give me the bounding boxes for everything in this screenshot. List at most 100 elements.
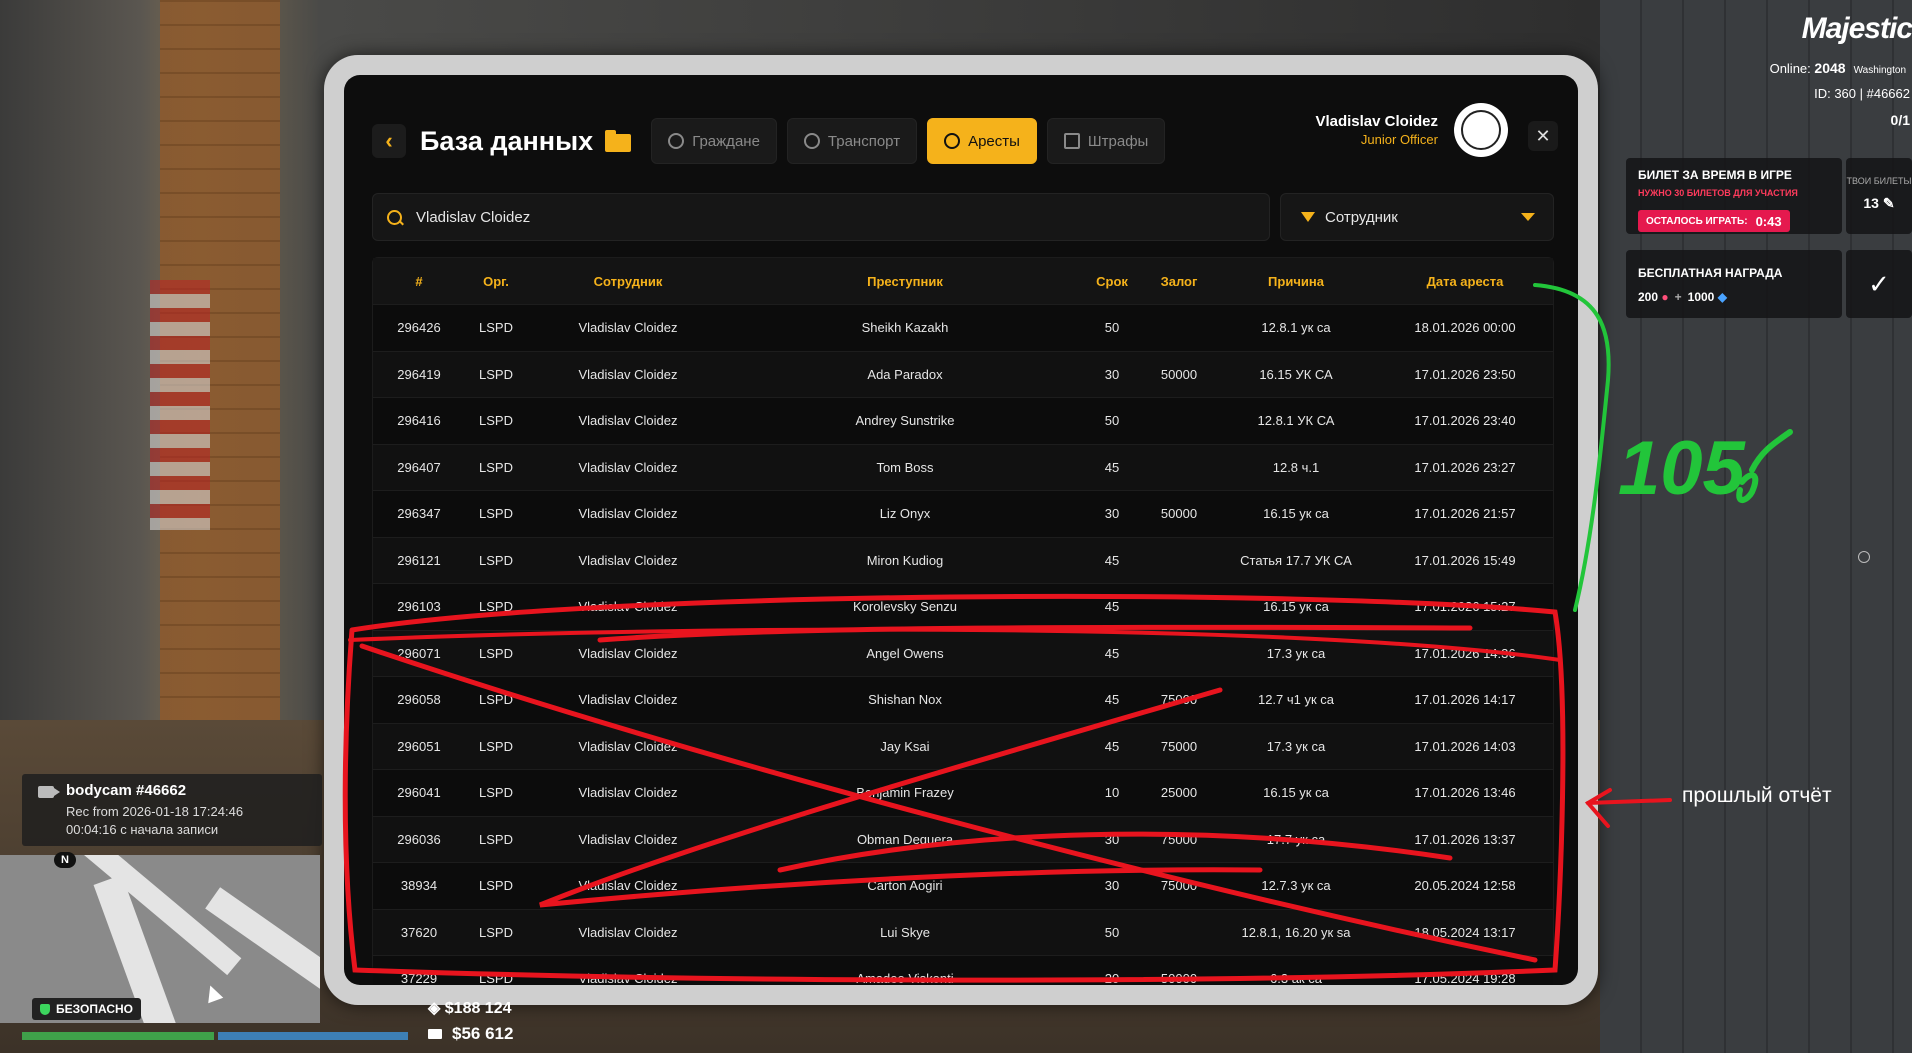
close-icon: ✕ — [1535, 125, 1551, 146]
table-cell: 45 — [1081, 443, 1143, 491]
armor-bar — [218, 1032, 408, 1040]
table-cell: Vladislav Cloidez — [527, 862, 729, 909]
table-cell: 10 — [1081, 769, 1143, 816]
table-cell: Vladislav Cloidez — [527, 536, 729, 584]
tab-arrests[interactable]: Аресты — [927, 118, 1037, 164]
table-cell: 296103 — [373, 583, 465, 630]
table-cell: LSPD — [465, 629, 527, 677]
table-cell: 296407 — [373, 443, 465, 491]
table-cell: Vladislav Cloidez — [527, 676, 729, 723]
table-row[interactable]: 296347 LSPD Vladislav Cloidez Liz Onyx 30 500… — [373, 490, 1553, 537]
table-cell: Vladislav Cloidez — [527, 815, 729, 863]
table-cell: 296051 — [373, 722, 465, 770]
table-cell: 17.01.2026 21:57 — [1377, 490, 1553, 537]
table-row[interactable]: 37620 LSPD Vladislav Cloidez Lui Skye 50 12.8… — [373, 908, 1553, 956]
tab-fines[interactable]: Штрафы — [1046, 118, 1166, 164]
table-cell: Tom Boss — [729, 443, 1081, 491]
table-row[interactable]: 296103 LSPD Vladislav Cloidez Korolevsky Se… — [373, 583, 1553, 630]
table-cell — [1143, 536, 1215, 584]
table-cell: 38934 — [373, 862, 465, 909]
table-row[interactable]: 296419 LSPD Vladislav Cloidez Ada Paradox 30… — [373, 350, 1553, 398]
card-icon — [428, 1029, 442, 1039]
table-row[interactable]: 296121 LSPD Vladislav Cloidez Miron Kudiog 4… — [373, 536, 1553, 584]
table-cell: 50000 — [1143, 955, 1215, 985]
coin-icon: ● — [1661, 290, 1669, 304]
table-cell: 12.7 ч1 ук са — [1215, 676, 1377, 723]
table-cell: LSPD — [465, 536, 527, 584]
table-cell: Vladislav Cloidez — [527, 769, 729, 816]
table-cell: Obman Dequera — [729, 815, 1081, 863]
table-cell: 296036 — [373, 815, 465, 863]
table-row[interactable]: 296407 LSPD Vladislav Cloidez Tom Boss 45 12.… — [373, 443, 1553, 491]
tab-vehicles[interactable]: Транспорт — [786, 118, 918, 164]
table-row[interactable]: 296416 LSPD Vladislav Cloidez Andrey Sunstr… — [373, 397, 1553, 444]
table-cell: 17.05.2024 19:28 — [1377, 955, 1553, 985]
table-cell: LSPD — [465, 350, 527, 398]
cash-amount: ◈ $188 124 — [428, 1000, 512, 1017]
table-row[interactable]: 38934 LSPD Vladislav Cloidez Carton Aogiri 3… — [373, 862, 1553, 909]
table-cell: 17.01.2026 13:37 — [1377, 815, 1553, 863]
table-cell: Vladislav Cloidez — [527, 583, 729, 630]
table-cell: Korolevsky Senzu — [729, 583, 1081, 630]
table-cell: LSPD — [465, 583, 527, 630]
table-cell: 75000 — [1143, 862, 1215, 909]
table-cell: Angel Owens — [729, 629, 1081, 677]
table-cell — [1143, 304, 1215, 351]
table-cell: 75000 — [1143, 815, 1215, 863]
table-cell: 17.3 ук са — [1215, 629, 1377, 677]
table-cell: 75000 — [1143, 722, 1215, 770]
tablet-screen: ‹ База данных Граждане Транспорт Аресты … — [344, 75, 1578, 985]
table-cell — [1143, 443, 1215, 491]
zone-status: БЕЗОПАСНО — [32, 998, 141, 1020]
table-cell: 12.8 ч.1 — [1215, 443, 1377, 491]
table-cell: LSPD — [465, 397, 527, 444]
table-row[interactable]: 37229 LSPD Vladislav Cloidez Amadeo Viskont… — [373, 955, 1553, 985]
table-cell: 30 — [1081, 815, 1143, 863]
table-cell: Benjamin Frazey — [729, 769, 1081, 816]
your-tickets-label: ТВОИ БИЛЕТЫ — [1846, 176, 1912, 186]
table-cell: 16.15 ук са — [1215, 583, 1377, 630]
table-row[interactable]: 296036 LSPD Vladislav Cloidez Obman Dequera… — [373, 815, 1553, 863]
game-logo: Majestic — [1801, 12, 1912, 45]
officer-rank: Junior Officer — [1360, 132, 1438, 147]
column-header: Срок — [1081, 258, 1143, 305]
close-button[interactable]: ✕ — [1528, 121, 1558, 151]
chevron-left-icon: ‹ — [385, 128, 393, 153]
filter-dropdown[interactable]: Сотрудник — [1280, 193, 1554, 241]
health-bar — [22, 1032, 214, 1040]
table-cell: 17.01.2026 15:27 — [1377, 583, 1553, 630]
filter-selected-value: Сотрудник — [1325, 208, 1398, 226]
table-cell: LSPD — [465, 908, 527, 956]
table-header-row: # Орг. Сотрудник Преступник Срок Залог П… — [373, 258, 1553, 305]
table-cell: LSPD — [465, 490, 527, 537]
annotation-note: прошлый отчёт — [1682, 784, 1832, 807]
table-cell: Vladislav Cloidez — [527, 443, 729, 491]
camera-icon — [38, 786, 60, 798]
bodycam-elapsed: 00:04:16 с начала записи — [66, 822, 219, 837]
table-cell: LSPD — [465, 676, 527, 723]
table-row[interactable]: 296058 LSPD Vladislav Cloidez Shishan Nox 45… — [373, 676, 1553, 723]
back-button[interactable]: ‹ — [372, 124, 406, 158]
table-row[interactable]: 296071 LSPD Vladislav Cloidez Angel Owens 45… — [373, 629, 1553, 677]
column-header: Дата ареста — [1377, 258, 1553, 305]
search-input[interactable] — [414, 207, 1238, 227]
table-cell: Vladislav Cloidez — [527, 490, 729, 537]
table-row[interactable]: 296426 LSPD Vladislav Cloidez Sheikh Kazakh… — [373, 304, 1553, 351]
table-cell: Lui Skye — [729, 908, 1081, 956]
table-row[interactable]: 296041 LSPD Vladislav Cloidez Benjamin Fraz… — [373, 769, 1553, 816]
shield-icon — [40, 1003, 50, 1015]
filter-icon — [1301, 212, 1315, 222]
tab-citizens[interactable]: Граждане — [651, 118, 777, 164]
table-cell: 16.15 УК СА — [1215, 350, 1377, 398]
column-header: Причина — [1215, 258, 1377, 305]
ticket-panel: БИЛЕТ ЗА ВРЕМЯ В ИГРЕ НУЖНО 30 БИЛЕТОВ Д… — [1626, 158, 1842, 234]
table-cell: 50000 — [1143, 490, 1215, 537]
table-cell: 296419 — [373, 350, 465, 398]
table-cell: Статья 17.7 УК СА — [1215, 536, 1377, 584]
table-cell: Sheikh Kazakh — [729, 304, 1081, 351]
reward-claim-button[interactable]: ✓ — [1846, 250, 1912, 318]
receipt-icon — [1063, 133, 1080, 149]
table-cell: 17.3 ук са — [1215, 722, 1377, 770]
table-cell: Ada Paradox — [729, 350, 1081, 398]
table-row[interactable]: 296051 LSPD Vladislav Cloidez Jay Ksai 45 750… — [373, 722, 1553, 770]
